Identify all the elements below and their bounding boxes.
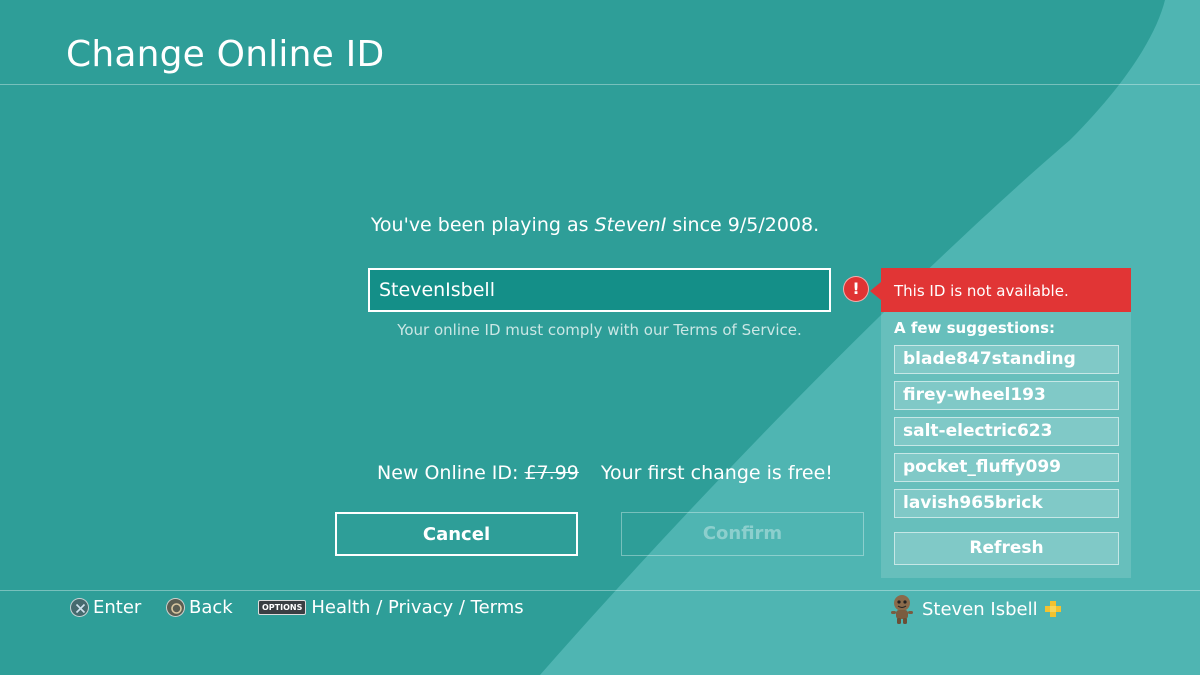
error-message: This ID is not available. xyxy=(881,268,1131,312)
footer-enter: Enter xyxy=(70,597,141,618)
online-id-input[interactable] xyxy=(368,268,831,312)
suggestion-item[interactable]: pocket_fluffy099 xyxy=(894,453,1119,482)
free-change-note: Your first change is free! xyxy=(600,462,833,484)
options-button-icon: OPTIONS xyxy=(258,600,307,615)
user-profile: Steven Isbell xyxy=(888,594,1062,624)
back-label: Back xyxy=(189,597,233,618)
price-line: New Online ID: £7.99 Your first change is… xyxy=(377,462,833,484)
refresh-button[interactable]: Refresh xyxy=(894,532,1119,565)
sackboy-avatar-icon xyxy=(891,595,913,624)
confirm-button[interactable]: Confirm xyxy=(621,512,864,556)
page-title: Change Online ID xyxy=(66,34,385,75)
cancel-button[interactable]: Cancel xyxy=(335,512,578,556)
current-id-prefix: You've been playing as xyxy=(370,214,595,236)
playstation-plus-icon xyxy=(1044,601,1061,617)
health-privacy-terms-link[interactable]: Health / Privacy / Terms xyxy=(311,597,523,618)
cross-button-icon xyxy=(70,598,89,617)
current-id: StevenI xyxy=(594,214,667,236)
current-id-line: You've been playing as StevenI since 9/5… xyxy=(0,214,1190,236)
suggestions-heading: A few suggestions: xyxy=(894,319,1056,337)
footer-options: OPTIONS Health / Privacy / Terms xyxy=(258,597,524,618)
footer-back: Back xyxy=(166,597,233,618)
suggestion-item[interactable]: salt-electric623 xyxy=(894,417,1119,446)
old-price: £7.99 xyxy=(524,462,579,484)
suggestion-item[interactable]: lavish965brick xyxy=(894,489,1119,518)
suggestion-item[interactable]: firey-wheel193 xyxy=(894,381,1119,410)
circle-button-icon xyxy=(166,598,185,617)
exclamation-icon: ! xyxy=(843,276,869,302)
username: Steven Isbell xyxy=(922,598,1038,620)
header-divider xyxy=(0,84,1200,85)
suggestion-item[interactable]: blade847standing xyxy=(894,345,1119,374)
suggestions-list: blade847standing firey-wheel193 salt-ele… xyxy=(894,345,1119,525)
tos-note: Your online ID must comply with our Term… xyxy=(397,321,802,339)
since-date: since 9/5/2008. xyxy=(666,214,820,236)
footer-divider xyxy=(0,590,1200,591)
enter-label: Enter xyxy=(93,597,142,618)
error-pointer xyxy=(870,282,881,300)
price-label: New Online ID: xyxy=(377,462,525,484)
